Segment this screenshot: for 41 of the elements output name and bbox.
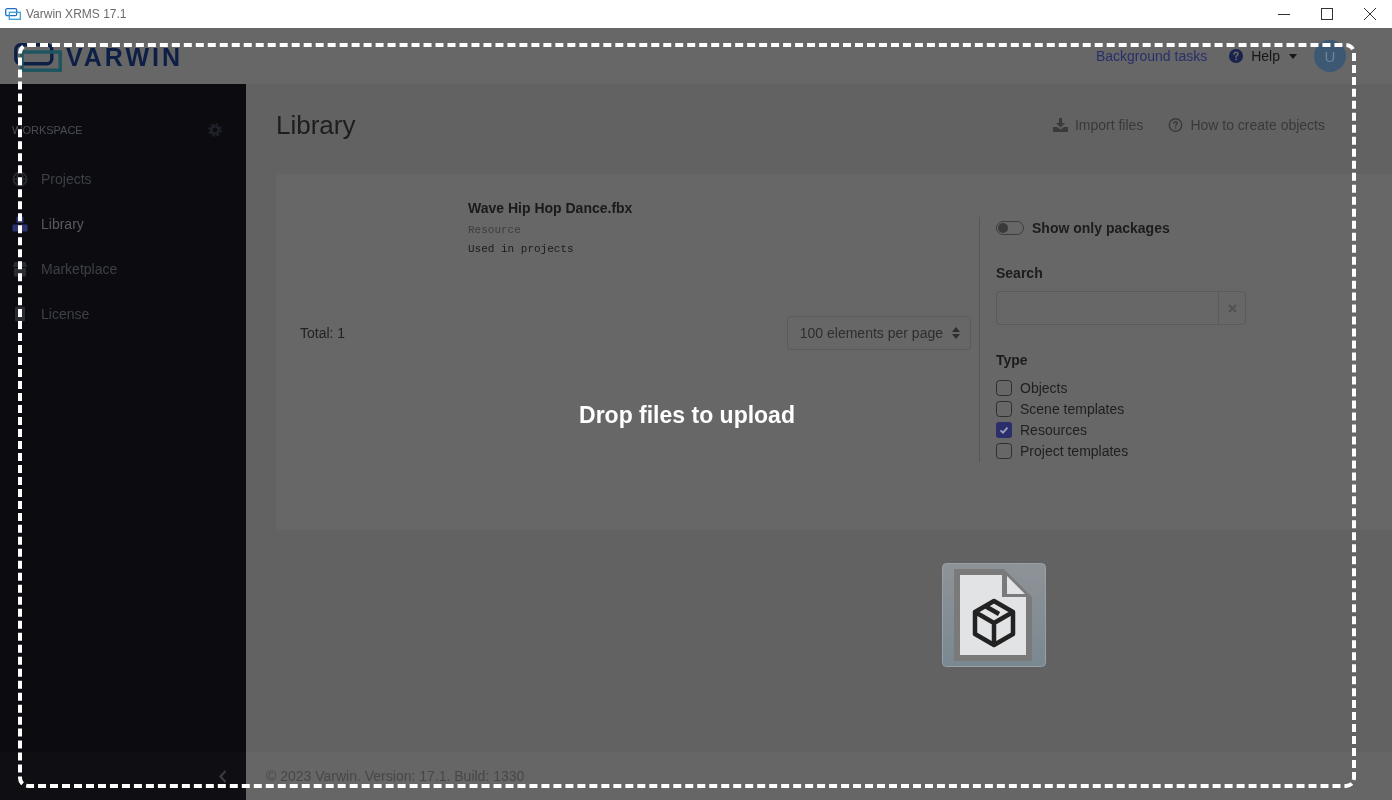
logo-text: VARWIN: [66, 42, 184, 72]
sidebar-item[interactable]: Projects: [0, 156, 246, 201]
checkbox-label[interactable]: Resources: [1020, 421, 1087, 438]
background-tasks-link[interactable]: Background tasks: [1095, 48, 1208, 64]
document-icon: [12, 305, 28, 322]
section-label: WORKSPACE: [12, 124, 83, 136]
download-icon: [1052, 118, 1068, 132]
asset-name[interactable]: Wave Hip Hop Dance.fbx: [468, 198, 633, 218]
chevron-left-icon[interactable]: [219, 769, 227, 783]
maximize-icon[interactable]: [1321, 8, 1333, 20]
checkbox-label[interactable]: Objects: [1020, 379, 1068, 396]
page-title: Library: [276, 109, 356, 141]
sidebar-item[interactable]: Marketplace: [0, 246, 246, 291]
checkbox[interactable]: [996, 379, 1012, 396]
cubes-icon: [12, 215, 28, 232]
checkbox-label[interactable]: Project templates: [1020, 442, 1129, 459]
globe-icon: [12, 170, 28, 187]
updown-caret-icon: [952, 327, 960, 339]
checkbox[interactable]: [996, 421, 1012, 438]
search-label: Search: [996, 264, 1043, 283]
total-count: Total: 1: [300, 325, 346, 341]
logo-icon: [14, 42, 62, 72]
cube-file-icon: [942, 563, 1046, 667]
checkbox-label[interactable]: Scene templates: [1020, 400, 1125, 417]
sidebar-item[interactable]: License: [0, 291, 246, 336]
sidebar-item[interactable]: Library: [0, 201, 246, 246]
store-icon: [12, 260, 28, 277]
caret-icon: [1289, 53, 1297, 59]
window-title: Varwin XRMS 17.1: [26, 7, 127, 21]
drop-hint: Drop files to upload: [579, 402, 795, 429]
type-label: Type: [996, 351, 1028, 370]
checkbox[interactable]: [996, 400, 1012, 417]
question-circle-icon: [1168, 118, 1184, 132]
toggle-label: Show only packages: [1032, 219, 1170, 238]
help-icon: [1229, 49, 1244, 63]
app-icon: [5, 8, 21, 20]
close-icon[interactable]: [1364, 8, 1376, 20]
help-menu[interactable]: Help: [1229, 48, 1297, 64]
per-page-select[interactable]: 100 elements per page: [786, 316, 971, 350]
asset-usage: Used in projects: [468, 242, 574, 256]
checkbox[interactable]: [996, 442, 1012, 459]
